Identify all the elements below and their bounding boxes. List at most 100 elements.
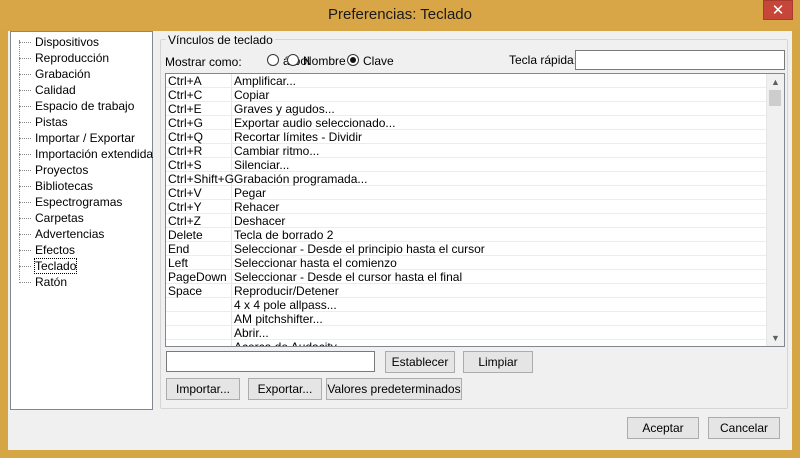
binding-command: Cambiar ritmo... xyxy=(234,144,320,158)
binding-row[interactable]: Abrir... xyxy=(166,326,766,340)
sidebar-item[interactable]: Ratón xyxy=(15,274,67,290)
dialog-client: Dispositivos Reproducción Grabación Calidad… xyxy=(8,31,792,450)
binding-row[interactable]: PageDown Seleccionar - Desde el cursor ha… xyxy=(166,270,766,284)
sidebar-item[interactable]: Calidad xyxy=(15,82,76,98)
sidebar-item-label: Importación extendida xyxy=(35,147,154,161)
binding-edit-input[interactable] xyxy=(166,351,375,372)
binding-row[interactable]: End Seleccionar - Desde el principio hast… xyxy=(166,242,766,256)
binding-command: Recortar límites - Dividir xyxy=(234,130,363,144)
binding-command: Copiar xyxy=(234,88,270,102)
binding-key: Ctrl+Y xyxy=(168,200,202,214)
sidebar-item[interactable]: Espectrogramas xyxy=(15,194,122,210)
tree-branch-line xyxy=(19,74,31,75)
binding-row[interactable]: Ctrl+Z Deshacer xyxy=(166,214,766,228)
tree-branch-line xyxy=(19,122,31,123)
binding-key: Ctrl+Q xyxy=(168,130,204,144)
sidebar-item-label: Importar / Exportar xyxy=(35,131,136,145)
binding-row[interactable]: Ctrl+Y Rehacer xyxy=(166,200,766,214)
tree-branch-line xyxy=(19,218,31,219)
sidebar-item[interactable]: Dispositivos xyxy=(15,34,99,50)
sidebar-item-label: Espacio de trabajo xyxy=(35,99,135,113)
sidebar-item[interactable]: Reproducción xyxy=(15,50,109,66)
sidebar-item[interactable]: Efectos xyxy=(15,242,75,258)
hotkey-input[interactable] xyxy=(575,50,785,70)
binding-key: Delete xyxy=(168,228,203,242)
binding-key: Ctrl+S xyxy=(168,158,202,172)
binding-row[interactable]: Delete Tecla de borrado 2 xyxy=(166,228,766,242)
sidebar-item-label: Grabación xyxy=(35,67,91,81)
sidebar-item[interactable]: Pistas xyxy=(15,114,68,130)
sidebar-item[interactable]: Carpetas xyxy=(15,210,84,226)
sidebar-item-label: Espectrogramas xyxy=(35,195,123,209)
title-bar[interactable]: Preferencias: Teclado ✕ xyxy=(0,0,800,30)
binding-key: Ctrl+Z xyxy=(168,214,201,228)
tree-branch-line xyxy=(19,282,31,283)
binding-row[interactable]: Acerca de Audacity... xyxy=(166,340,766,347)
cancel-button[interactable]: Cancelar xyxy=(708,417,780,439)
binding-command: Rehacer xyxy=(234,200,280,214)
tree-branch-line xyxy=(19,170,31,171)
window-title: Preferencias: Teclado xyxy=(328,6,472,23)
binding-key: Ctrl+Shift+G xyxy=(168,172,235,186)
sidebar-item[interactable]: Advertencias xyxy=(15,226,104,242)
ok-button[interactable]: Aceptar xyxy=(627,417,699,439)
binding-key: Ctrl+G xyxy=(168,116,204,130)
hotkey-label: Tecla rápida: xyxy=(509,53,578,67)
binding-row[interactable]: 4 x 4 pole allpass... xyxy=(166,298,766,312)
binding-row[interactable]: Ctrl+R Cambiar ritmo... xyxy=(166,144,766,158)
bindings-list[interactable]: Ctrl+A Amplificar... Ctrl+C Copiar Ctrl+E Gra… xyxy=(165,73,785,347)
binding-row[interactable]: Ctrl+G Exportar audio seleccionado... xyxy=(166,116,766,130)
sidebar-item-label: Reproducción xyxy=(35,51,110,65)
radio-key[interactable]: Clave xyxy=(347,53,394,69)
scroll-thumb[interactable] xyxy=(769,90,781,106)
export-button[interactable]: Exportar... xyxy=(248,378,322,400)
binding-command: Reproducir/Detener xyxy=(234,284,339,298)
radio-name-label: Nombre xyxy=(303,54,346,68)
binding-row[interactable]: Ctrl+Q Recortar límites - Dividir xyxy=(166,130,766,144)
close-button[interactable]: ✕ xyxy=(763,0,793,20)
sidebar-item-label: Calidad xyxy=(35,83,76,97)
bindings-scrollbar[interactable]: ▲ ▼ xyxy=(766,74,784,346)
import-button[interactable]: Importar... xyxy=(166,378,240,400)
group-label: Vínculos de teclado xyxy=(166,33,275,47)
tree-branch-line xyxy=(19,186,31,187)
set-button[interactable]: Establecer xyxy=(385,351,455,373)
tree-branch-line xyxy=(19,90,31,91)
binding-row[interactable]: Ctrl+Shift+G Grabación programada... xyxy=(166,172,766,186)
binding-command: Abrir... xyxy=(234,326,269,340)
sidebar-item[interactable]: Teclado xyxy=(15,258,78,274)
sidebar-item[interactable]: Espacio de trabajo xyxy=(15,98,134,114)
binding-row[interactable]: AM pitchshifter... xyxy=(166,312,766,326)
preferences-tree[interactable]: Dispositivos Reproducción Grabación Calidad… xyxy=(10,31,153,410)
binding-key: Ctrl+A xyxy=(168,74,202,88)
sidebar-item-label: Teclado xyxy=(33,258,78,274)
sidebar-item-label: Pistas xyxy=(35,115,68,129)
binding-command: Amplificar... xyxy=(234,74,297,88)
binding-row[interactable]: Space Reproducir/Detener xyxy=(166,284,766,298)
scroll-down-arrow-icon[interactable]: ▼ xyxy=(767,330,784,346)
binding-row[interactable]: Ctrl+A Amplificar... xyxy=(166,74,766,88)
binding-command: Silenciar... xyxy=(234,158,290,172)
binding-command: Seleccionar hasta el comienzo xyxy=(234,256,397,270)
sidebar-item[interactable]: Proyectos xyxy=(15,162,88,178)
binding-row[interactable]: Left Seleccionar hasta el comienzo xyxy=(166,256,766,270)
binding-command: Pegar xyxy=(234,186,267,200)
binding-row[interactable]: Ctrl+C Copiar xyxy=(166,88,766,102)
binding-command: Grabación programada... xyxy=(234,172,368,186)
binding-command: 4 x 4 pole allpass... xyxy=(234,298,337,312)
sidebar-item-label: Dispositivos xyxy=(35,35,100,49)
tree-branch-line xyxy=(19,154,31,155)
sidebar-item[interactable]: Importación extendida xyxy=(15,146,153,162)
defaults-button[interactable]: Valores predeterminados xyxy=(326,378,462,400)
clear-button[interactable]: Limpiar xyxy=(463,351,533,373)
scroll-up-arrow-icon[interactable]: ▲ xyxy=(767,74,784,90)
sidebar-item[interactable]: Grabación xyxy=(15,66,90,82)
sidebar-item[interactable]: Bibliotecas xyxy=(15,178,93,194)
binding-row[interactable]: Ctrl+E Graves y agudos... xyxy=(166,102,766,116)
radio-name[interactable]: Nombre xyxy=(287,53,346,69)
binding-row[interactable]: Ctrl+S Silenciar... xyxy=(166,158,766,172)
sidebar-item-label: Carpetas xyxy=(35,211,84,225)
sidebar-item[interactable]: Importar / Exportar xyxy=(15,130,135,146)
binding-row[interactable]: Ctrl+V Pegar xyxy=(166,186,766,200)
binding-command: Acerca de Audacity... xyxy=(234,340,346,347)
